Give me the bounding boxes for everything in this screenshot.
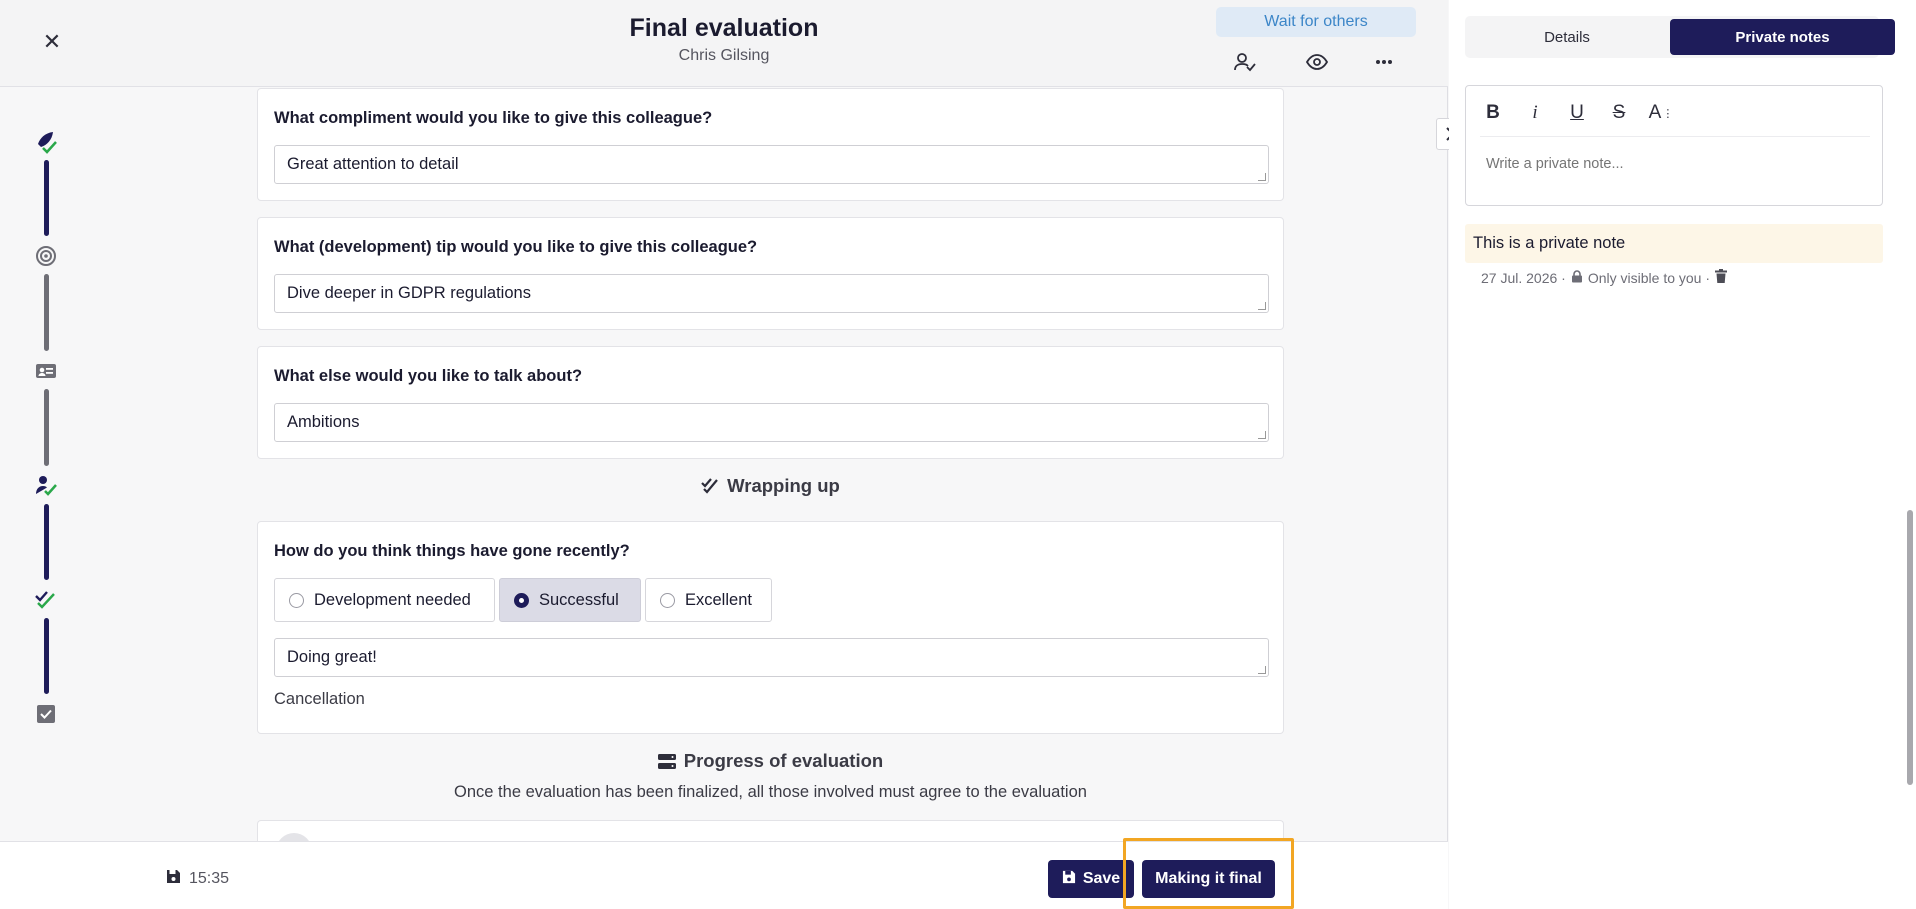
note-date: 27 Jul. 2026 · — [1481, 269, 1566, 286]
radio-successful[interactable]: Successful — [499, 578, 641, 622]
double-check-icon — [701, 477, 719, 499]
private-note: This is a private note — [1465, 224, 1883, 263]
question-card: How do you think things have gone recent… — [257, 521, 1284, 734]
double-check-icon[interactable] — [34, 588, 58, 612]
question-card: What compliment would you like to give t… — [257, 88, 1284, 201]
radio-circle — [289, 592, 304, 608]
section-title-text: Wrapping up — [727, 475, 840, 496]
question-label: What compliment would you like to give t… — [274, 109, 713, 127]
target-icon[interactable] — [34, 244, 58, 268]
saved-time: 15:35 — [189, 870, 230, 887]
note-meta: 27 Jul. 2026 · Only visible to you · — [1481, 269, 1728, 286]
rail-segment — [44, 389, 49, 466]
radio-label: Excellent — [685, 590, 752, 609]
text-size-icon: ⋮ — [1662, 107, 1674, 120]
italic-button[interactable]: i — [1520, 98, 1550, 128]
section-heading-wrapping-up: Wrapping up — [257, 475, 1284, 499]
more-icon[interactable] — [1370, 48, 1398, 76]
toolbar-divider — [1480, 136, 1870, 137]
trash-icon[interactable] — [1715, 269, 1728, 286]
question-label: How do you think things have gone recent… — [274, 542, 630, 560]
rail-segment — [44, 160, 49, 236]
rocket-check-icon[interactable] — [34, 130, 58, 154]
header-bar: ✕ Final evaluation Chris Gilsing Wait fo… — [0, 0, 1448, 87]
radio-circle-selected — [514, 592, 529, 608]
panel-tabs: Details Private notes — [1465, 16, 1895, 58]
id-card-icon[interactable] — [34, 359, 58, 383]
save-disk-icon — [1062, 870, 1076, 889]
save-button-label: Save — [1082, 870, 1121, 887]
tab-private-notes[interactable]: Private notes — [1670, 19, 1895, 55]
question-label: What else would you like to talk about? — [274, 367, 583, 385]
making-it-final-button[interactable]: Making it final — [1142, 860, 1275, 898]
radio-development-needed[interactable]: Development needed — [274, 578, 495, 622]
question-card: What (development) tip would you like to… — [257, 217, 1284, 330]
eye-icon[interactable] — [1303, 48, 1331, 76]
scroll-thumb[interactable] — [1907, 510, 1913, 785]
note-editor: B i U S A ⋮ — [1465, 85, 1883, 206]
radio-circle — [660, 592, 675, 608]
underline-button[interactable]: U — [1562, 98, 1592, 128]
question-label: What (development) tip would you like to… — [274, 238, 758, 256]
person-check-step-icon[interactable] — [34, 474, 58, 498]
answer-textarea[interactable]: Ambitions — [274, 403, 1269, 442]
text-size-label: A — [1648, 102, 1662, 123]
progress-description: Once the evaluation has been finalized, … — [454, 783, 1087, 801]
bold-button[interactable]: B — [1478, 98, 1508, 128]
answer-textarea[interactable]: Dive deeper in GDPR regulations — [274, 274, 1269, 313]
question-card: What else would you like to talk about? … — [257, 346, 1284, 459]
save-disk-icon — [166, 869, 181, 889]
saved-indicator: 15:35 — [166, 869, 229, 889]
rail-segment — [44, 618, 49, 694]
strikethrough-button[interactable]: S — [1604, 98, 1634, 128]
radio-label: Successful — [539, 590, 619, 609]
save-button[interactable]: Save — [1048, 860, 1134, 898]
private-note-input[interactable] — [1486, 156, 1866, 172]
radio-excellent[interactable]: Excellent — [645, 578, 772, 622]
person-check-icon[interactable] — [1231, 48, 1259, 76]
section-title-text: Progress of evaluation — [683, 750, 884, 771]
tab-details[interactable]: Details — [1468, 19, 1666, 55]
answer-textarea[interactable]: Doing great! — [274, 638, 1269, 677]
side-panel: Details Private notes B i U S A⋮ This is… — [1449, 0, 1904, 909]
text-size-button[interactable]: A ⋮ — [1646, 98, 1676, 128]
scrollbar[interactable] — [1904, 0, 1916, 909]
section-heading-progress: Progress of evaluation — [257, 750, 1284, 774]
rail-segment — [44, 274, 49, 351]
answer-textarea[interactable]: Great attention to detail — [274, 145, 1269, 184]
checkbox-icon[interactable] — [34, 702, 58, 726]
participant-card — [257, 820, 1284, 869]
lock-icon — [1571, 269, 1583, 286]
radio-label: Development needed — [314, 590, 471, 609]
cancellation-text: Cancellation — [274, 690, 365, 708]
rail-segment — [44, 504, 49, 580]
note-visibility: Only visible to you · — [1587, 269, 1711, 286]
main-area: ✕ Final evaluation Chris Gilsing Wait fo… — [0, 0, 1448, 909]
footer-bar: 15:35 Save Making it final — [0, 841, 1448, 909]
wait-for-others-button[interactable]: Wait for others — [1216, 7, 1416, 37]
server-icon — [657, 752, 676, 774]
